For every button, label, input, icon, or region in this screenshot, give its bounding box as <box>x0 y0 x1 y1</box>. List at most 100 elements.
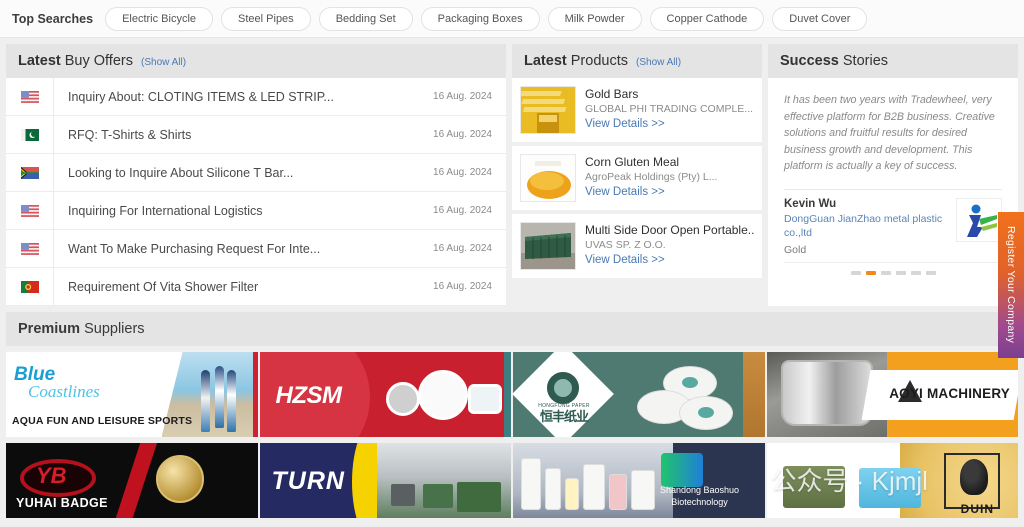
flag-pakistan-icon <box>20 128 39 141</box>
buy-offers-title-light: Buy Offers <box>64 53 133 69</box>
offer-date: 16 Aug. 2024 <box>433 281 492 292</box>
stories-title-light: Stories <box>842 53 889 69</box>
carousel-dot-2[interactable] <box>865 271 876 276</box>
product-thumbnail-gold-bars <box>520 86 576 134</box>
company-logo <box>956 197 1002 242</box>
banner-edge-accent <box>252 352 258 437</box>
register-tab-label: Register Your Company <box>1005 226 1017 344</box>
product-company: AgroPeak Holdings (Pty) L... <box>585 171 718 183</box>
divider <box>784 188 1002 190</box>
top-searches-label: Top Searches <box>12 11 94 26</box>
offer-title: Inquiry About: CLOTING ITEMS & LED STRIP… <box>68 89 334 104</box>
supplier-logo-text: TURN <box>271 467 345 495</box>
supplier-banner-hongfong-paper[interactable]: HONGFONG PAPER 恒丰纸业 <box>513 352 765 437</box>
supplier-banner-blue-coastlines[interactable]: Blue Coastlines AQUA FUN AND LEISURE SPO… <box>6 352 258 437</box>
supplier-banner-hzsm[interactable]: HZSM <box>259 352 511 437</box>
carousel-dot-3[interactable] <box>880 271 891 276</box>
product-info: Corn Gluten Meal AgroPeak Holdings (Pty)… <box>585 154 717 198</box>
supplier-logo-word-2: Coastlines <box>28 382 100 401</box>
industrial-mixer-photo <box>780 360 873 426</box>
premium-suppliers-row-2: YB YUHAI BADGE TURN Shandong Baoshuo Bio… <box>0 437 1024 518</box>
supplier-banner-yuhai-badge[interactable]: YB YUHAI BADGE <box>6 443 258 518</box>
decorative-slash <box>109 443 159 518</box>
supplier-banner-shandong-baoshuo[interactable]: Shandong Baoshuo Biotechnology <box>513 443 765 518</box>
table-row[interactable]: Inquiring For International Logistics 16… <box>6 192 506 230</box>
offer-title: Requirement Of Vita Shower Filter <box>68 279 259 294</box>
product-thumbnail-shipping-container <box>520 222 576 270</box>
table-row[interactable]: Looking to Inquire About Silicone T Bar.… <box>6 154 506 192</box>
shipping-container-photo <box>521 223 575 269</box>
offer-date: 16 Aug. 2024 <box>433 91 492 102</box>
lion-logo-icon <box>960 459 988 495</box>
surfboard-icon <box>226 370 236 432</box>
flag-portugal-icon <box>20 280 39 293</box>
supplier-banner-duin[interactable]: DUIN 公众号 · Kjmjl <box>766 443 1018 518</box>
search-chip-packaging-boxes[interactable]: Packaging Boxes <box>420 6 540 31</box>
film-roll-photo <box>583 464 605 510</box>
latest-products-panel: Latest Products (Show All) Gold Bars GLO… <box>512 44 762 306</box>
success-stories-header: Success Stories <box>768 44 1018 78</box>
carousel-dot-5[interactable] <box>910 271 921 276</box>
testimonial-company[interactable]: DongGuan JianZhao metal plastic co.,ltd <box>784 212 948 240</box>
success-story-card: It has been two years with Tradewheel, v… <box>768 78 1018 306</box>
search-chip-bedding-set[interactable]: Bedding Set <box>318 6 413 31</box>
list-item[interactable]: Multi Side Door Open Portable... UVAS SP… <box>512 214 762 278</box>
flag-united-states-icon <box>20 204 39 217</box>
carousel-dot-6[interactable] <box>925 271 936 276</box>
supplier-logo-text: DUIN <box>960 502 994 516</box>
paper-roll-core <box>682 377 698 388</box>
view-details-link[interactable]: View Details >> <box>585 254 754 266</box>
table-row[interactable]: RFQ: T-Shirts & Shirts 16 Aug. 2024 <box>6 116 506 154</box>
table-row[interactable]: Inquiry About: CLOTING ITEMS & LED STRIP… <box>6 78 506 116</box>
status-badge: Gold <box>784 244 807 257</box>
offer-title: RFQ: T-Shirts & Shirts <box>68 127 192 142</box>
products-title-bold: Latest <box>524 53 567 69</box>
flag-united-states-icon <box>20 242 39 255</box>
main-columns: Latest Buy Offers (Show All) Inquiry Abo… <box>0 38 1024 306</box>
view-details-link[interactable]: View Details >> <box>585 186 717 198</box>
buy-offers-title-bold: Latest <box>18 53 61 69</box>
machine-photo <box>423 484 453 508</box>
view-details-link[interactable]: View Details >> <box>585 118 753 130</box>
buy-offers-show-all-link[interactable]: (Show All) <box>141 57 186 68</box>
offer-title: Inquiring For International Logistics <box>68 203 263 218</box>
latest-buy-offers-panel: Latest Buy Offers (Show All) Inquiry Abo… <box>6 44 506 306</box>
list-item[interactable]: Gold Bars GLOBAL PHI TRADING COMPLE... V… <box>512 78 762 142</box>
table-row[interactable]: Requirement Of Vita Shower Filter 16 Aug… <box>6 268 506 306</box>
search-chip-electric-bicycle[interactable]: Electric Bicycle <box>105 6 214 31</box>
product-photo-lamp <box>417 370 468 420</box>
supplier-banner-turn[interactable]: TURN <box>259 443 511 518</box>
search-chip-milk-powder[interactable]: Milk Powder <box>547 6 642 31</box>
testimonial-quote: It has been two years with Tradewheel, v… <box>784 94 995 173</box>
country-flag-cell <box>6 116 54 153</box>
flag-united-states-icon <box>20 90 39 103</box>
search-chip-duvet-cover[interactable]: Duvet Cover <box>772 6 868 31</box>
search-chip-copper-cathode[interactable]: Copper Cathode <box>649 6 765 31</box>
banner-edge-accent <box>742 352 765 437</box>
table-row[interactable]: Want To Make Purchasing Request For Inte… <box>6 230 506 268</box>
machine-photo <box>457 482 501 512</box>
products-show-all-link[interactable]: (Show All) <box>636 57 681 68</box>
buy-offers-list: Inquiry About: CLOTING ITEMS & LED STRIP… <box>6 78 506 306</box>
search-chip-steel-pipes[interactable]: Steel Pipes <box>221 6 311 31</box>
register-your-company-tab[interactable]: Register Your Company <box>998 212 1024 358</box>
stories-title-bold: Success <box>780 53 839 69</box>
carousel-dot-1[interactable] <box>850 271 861 276</box>
supplier-banner-aoyi-machinery[interactable]: AOYI MACHINERY <box>766 352 1018 437</box>
supplier-logo-text: HZSM <box>275 382 343 409</box>
paper-roll-core <box>698 407 714 418</box>
offer-date: 16 Aug. 2024 <box>433 129 492 140</box>
offer-date: 16 Aug. 2024 <box>433 205 492 216</box>
supplier-logo-text: Shandong Baoshuo Biotechnology <box>659 484 740 507</box>
list-item[interactable]: Corn Gluten Meal AgroPeak Holdings (Pty)… <box>512 146 762 210</box>
premium-suppliers-header: Premium Suppliers <box>6 312 1018 346</box>
supplier-tagline: AQUA FUN AND LEISURE SPORTS <box>12 415 193 427</box>
product-name: Multi Side Door Open Portable... <box>585 223 754 237</box>
supplier-logo-text: YUHAI BADGE <box>16 496 108 510</box>
supplier-logo-text-cn: 恒丰纸业 <box>539 409 589 424</box>
country-flag-cell <box>6 78 54 115</box>
carousel-dot-4[interactable] <box>895 271 906 276</box>
product-name: Corn Gluten Meal <box>585 155 680 169</box>
offer-date: 16 Aug. 2024 <box>433 167 492 178</box>
premium-suppliers-row-1: Blue Coastlines AQUA FUN AND LEISURE SPO… <box>0 346 1024 437</box>
